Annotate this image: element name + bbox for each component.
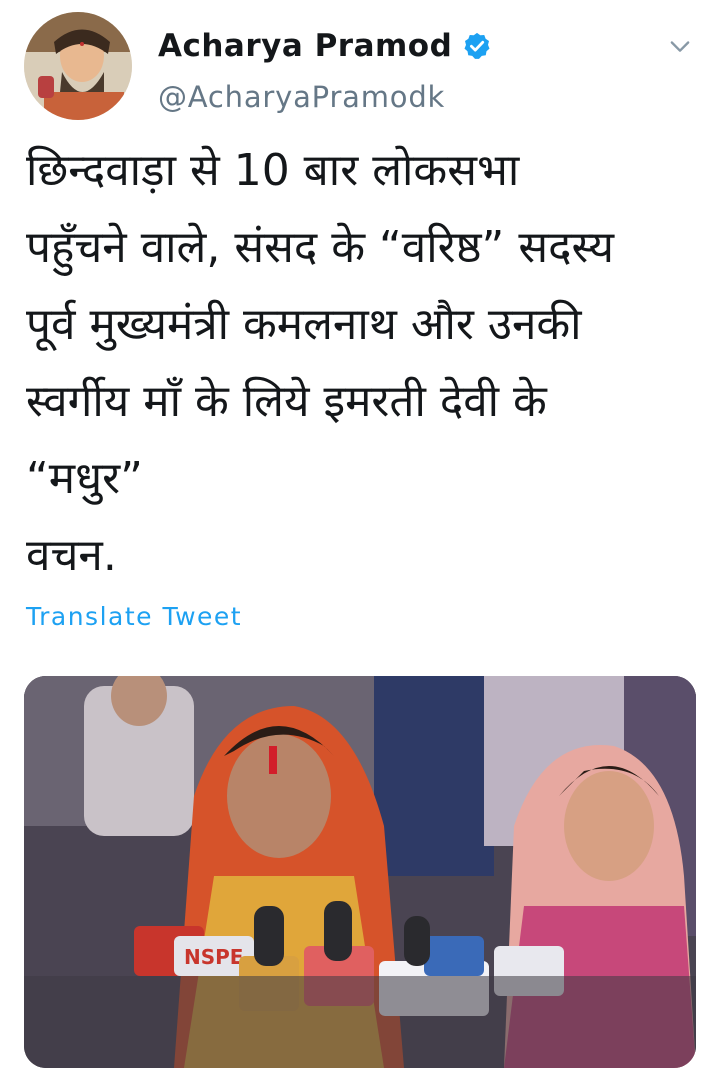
avatar-image [24,12,132,120]
author-handle[interactable]: @AcharyaPramodk [158,80,445,114]
author-display-name[interactable]: Acharya Pramod [158,28,452,64]
translate-tweet-link[interactable]: Translate Tweet [26,602,242,631]
author-name-row: Acharya Pramod [158,24,492,68]
chevron-down-icon[interactable] [666,32,694,60]
tweet-text: छिन्दवाड़ा से 10 बार लोकसभा पहुँचने वाले… [26,145,615,581]
press-conference-photo: NSPE [24,676,696,1068]
mic-label-nspe: NSPE [184,945,243,969]
verified-badge-icon [464,32,490,59]
avatar[interactable] [24,12,132,120]
tweet-header: Acharya Pramod @AcharyaPramodk [24,12,700,122]
tweet-card[interactable]: Acharya Pramod @AcharyaPramodk छिन्दवाड़… [0,0,720,1075]
tweet-media-image[interactable]: NSPE [24,676,696,1068]
